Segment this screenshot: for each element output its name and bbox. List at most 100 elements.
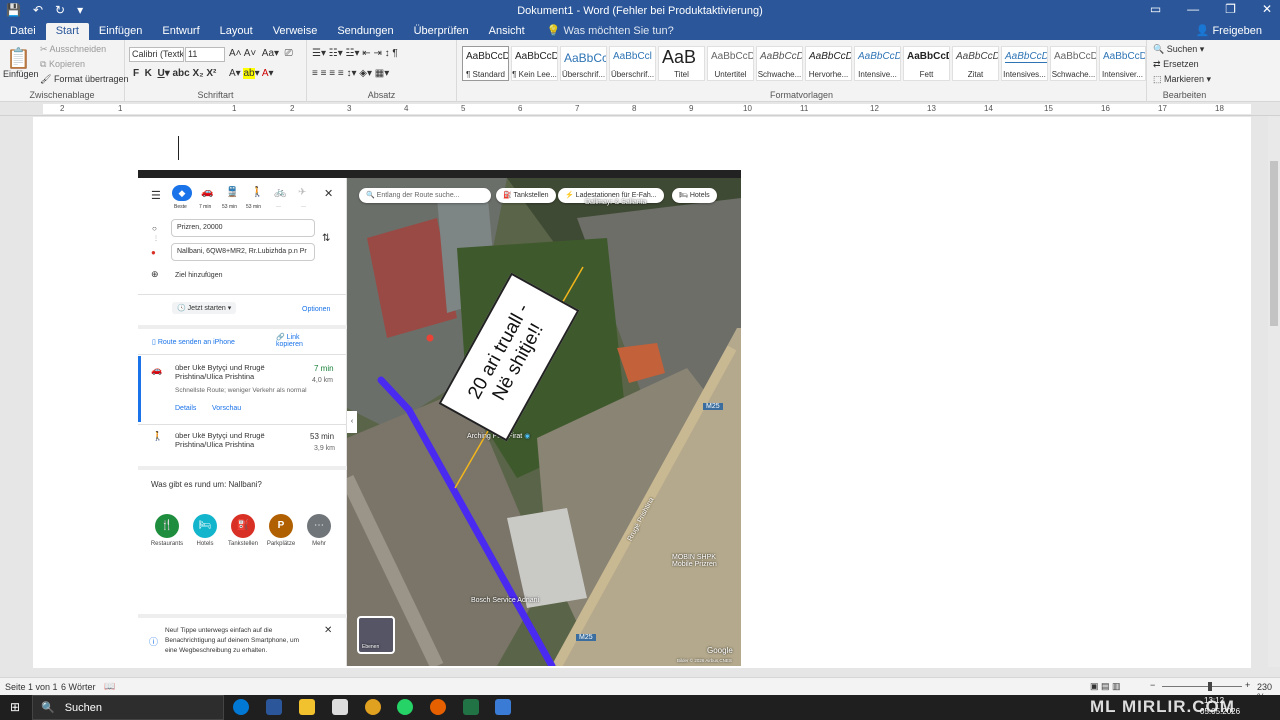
style-item[interactable]: AaBbCcDc Fett <box>903 46 950 81</box>
route1-via[interactable]: über Ukë Bytyçi und Rrugë Prishtina/Ulic… <box>175 363 285 381</box>
paste-button[interactable]: Einfügen <box>3 69 39 79</box>
font-size-select[interactable]: 11 <box>185 47 225 62</box>
options-link[interactable]: Optionen <box>302 306 330 313</box>
edge-icon[interactable] <box>233 699 249 715</box>
word-icon[interactable] <box>266 699 282 715</box>
tab-verweise[interactable]: Verweise <box>263 23 328 40</box>
paste-icon[interactable]: 📋 <box>6 46 31 71</box>
style-item[interactable]: AaBbCcDc Zitat <box>952 46 999 81</box>
pasted-map-image[interactable]: ☰ ◆ Beste 🚗 7 min 🚆 53 min 🚶 53 min 🚲 — … <box>138 170 741 666</box>
bike-icon[interactable]: 🚲 <box>274 187 286 198</box>
maximize-icon[interactable]: ❐ <box>1225 2 1236 16</box>
swap-icon[interactable]: ⇅ <box>322 233 330 244</box>
font-name-select[interactable]: Calibri (Textk <box>129 47 184 62</box>
style-item[interactable]: AaBbCcDc ¶ Standard <box>462 46 509 81</box>
vertical-scrollbar[interactable] <box>1268 116 1280 667</box>
cut-button[interactable]: ✂ Ausschneiden <box>40 44 106 55</box>
minimize-icon[interactable]: — <box>1187 2 1199 16</box>
route1-preview-link[interactable]: Vorschau <box>212 405 241 412</box>
category-more[interactable]: ⋯ Mehr <box>299 514 339 547</box>
clock-time[interactable]: 13:12 <box>1204 696 1224 705</box>
clock-date[interactable]: 05.05.2026 <box>1200 707 1240 716</box>
origin-input[interactable]: Prizren, 20000 <box>171 219 315 237</box>
collapse-panel-icon[interactable]: ‹ <box>347 411 357 433</box>
send-to-phone-link[interactable]: ▯ Route senden an iPhone <box>152 338 235 346</box>
zoom-slider-thumb[interactable] <box>1208 682 1212 691</box>
view-buttons[interactable]: ▣ ▤ ▥ <box>1090 681 1121 692</box>
car-icon[interactable]: 🚗 <box>201 187 213 198</box>
category-parking[interactable]: P Parkplätze <box>261 514 301 547</box>
style-item[interactable]: AaBbCcDc Hervorhe... <box>805 46 852 81</box>
tab-entwurf[interactable]: Entwurf <box>152 23 209 40</box>
tab-datei[interactable]: Datei <box>0 23 46 40</box>
tab-einfuegen[interactable]: Einfügen <box>89 23 152 40</box>
find-button[interactable]: 🔍 Suchen ▾ <box>1153 44 1204 55</box>
copy-button[interactable]: ⧉ Kopieren <box>40 59 85 70</box>
gas-stations-chip[interactable]: ⛽ Tankstellen <box>496 188 556 203</box>
style-item[interactable]: AaBbCcDc Schwache... <box>756 46 803 81</box>
format-painter-button[interactable]: 🖌 Format übertragen <box>40 74 128 85</box>
route1-details-link[interactable]: Details <box>175 405 196 412</box>
photos-icon[interactable] <box>495 699 511 715</box>
tab-ansicht[interactable]: Ansicht <box>479 23 535 40</box>
vertical-ruler[interactable] <box>0 116 12 667</box>
tab-layout[interactable]: Layout <box>210 23 263 40</box>
category-gas[interactable]: ⛽ Tankstellen <box>223 514 263 547</box>
tell-me-box[interactable]: 💡 Was möchten Sie tun? <box>535 23 686 40</box>
close-directions-icon[interactable]: ✕ <box>324 187 333 200</box>
explorer-icon[interactable] <box>299 699 315 715</box>
tab-ueberpruefen[interactable]: Überprüfen <box>404 23 479 40</box>
copy-link-link[interactable]: 🔗 Link kopieren <box>276 333 316 348</box>
share-button[interactable]: 👤 Freigeben <box>1196 24 1262 37</box>
zoom-out-button[interactable]: − <box>1150 680 1155 690</box>
firefox-icon[interactable] <box>430 699 446 715</box>
alignment-buttons[interactable]: ≡ ≡ ≡ ≡ ↕▾ ◈▾ ▦▾ <box>312 68 389 79</box>
style-item[interactable]: AaBbCcDc Intensive... <box>854 46 901 81</box>
route2-via[interactable]: über Ukë Bytyçi und Rrugë Prishtina/Ulic… <box>175 431 285 449</box>
whatsapp-icon[interactable] <box>397 699 413 715</box>
style-item[interactable]: AaBbCc Überschrif... <box>560 46 607 81</box>
store-icon[interactable] <box>332 699 348 715</box>
add-destination-icon[interactable]: ⊕ <box>151 269 159 280</box>
walk-icon[interactable]: 🚶 <box>251 187 263 198</box>
add-destination-label[interactable]: Ziel hinzufügen <box>175 272 222 279</box>
transit-icon[interactable]: 🚆 <box>226 187 238 198</box>
word-count[interactable]: 6 Wörter <box>61 682 96 692</box>
excel-icon[interactable] <box>463 699 479 715</box>
style-item[interactable]: AaBbCcD Untertitel <box>707 46 754 81</box>
proofing-icon[interactable]: 📖 <box>104 681 115 692</box>
best-route-icon[interactable]: ◆ <box>172 185 192 201</box>
replace-button[interactable]: ⇄ Ersetzen <box>1153 59 1199 70</box>
zoom-slider[interactable] <box>1162 686 1242 687</box>
route-search-chip[interactable]: 🔍 Entlang der Route suche... <box>359 188 491 203</box>
category-hotels[interactable]: 🛏 Hotels <box>185 514 225 547</box>
hotels-chip[interactable]: 🛏 Hotels <box>672 188 717 203</box>
tab-sendungen[interactable]: Sendungen <box>327 23 403 40</box>
font-size-controls[interactable]: A˄ A˅ Aa▾ ⎚ <box>229 48 293 59</box>
chrome-icon[interactable] <box>365 699 381 715</box>
font-color-buttons[interactable]: A▾ ab▾ A▾ <box>229 68 274 79</box>
flight-icon[interactable]: ✈ <box>298 187 306 198</box>
destination-input[interactable]: Nallbani, 6QW8+MR2, Rr.Lubizhda p.n Pr <box>171 243 315 261</box>
font-format-buttons[interactable]: F K U▾ abc X₂ X² <box>133 68 216 79</box>
windows-start-icon[interactable]: ⊞ <box>10 700 20 714</box>
page-count[interactable]: Seite 1 von 1 <box>5 682 58 692</box>
close-icon[interactable]: ✕ <box>1262 2 1272 16</box>
horizontal-ruler[interactable]: 2 1 1 2 3 4 5 6 7 8 9 10 11 12 13 14 15 … <box>0 102 1280 116</box>
map-view[interactable]: 🔍 Entlang der Route suche... ⛽ Tankstell… <box>347 178 741 666</box>
menu-icon[interactable]: ☰ <box>151 189 161 202</box>
scroll-thumb[interactable] <box>1270 161 1278 326</box>
style-item[interactable]: AaBbCcDc Schwache... <box>1050 46 1097 81</box>
style-item[interactable]: AaBbCcDc Intensives... <box>1001 46 1048 81</box>
close-tip-icon[interactable]: ✕ <box>324 625 332 636</box>
style-item[interactable]: AaBbCcDc Intensiver... <box>1099 46 1146 81</box>
taskbar-search[interactable]: 🔍 Suchen <box>32 695 224 720</box>
select-button[interactable]: ⬚ Markieren ▾ <box>1153 74 1211 85</box>
style-item[interactable]: AaB Titel <box>658 46 705 81</box>
start-now-button[interactable]: 🕓 Jetzt starten ▾ <box>172 302 237 314</box>
tab-start[interactable]: Start <box>45 23 89 40</box>
style-item[interactable]: AaBbCcDc ¶ Kein Lee... <box>511 46 558 81</box>
zoom-in-button[interactable]: + <box>1245 680 1250 690</box>
list-buttons[interactable]: ☰▾ ☷▾ ☳▾ ⇤ ⇥ ↕ ¶ <box>312 48 398 59</box>
category-restaurants[interactable]: 🍴 Restaurants <box>147 514 187 547</box>
